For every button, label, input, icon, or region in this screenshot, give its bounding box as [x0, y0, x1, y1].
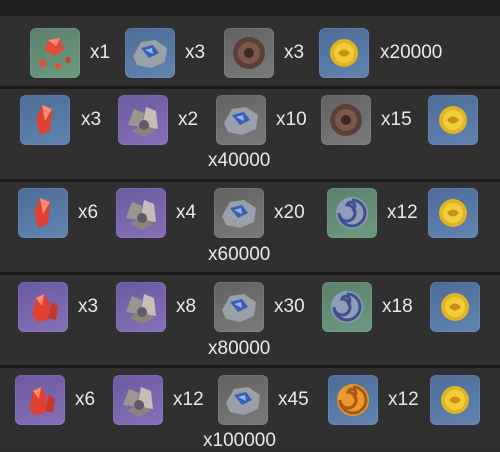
mora-coin-icon [430, 282, 480, 332]
mora-quantity-label: x100000 [203, 430, 276, 451]
mora-coin-icon [319, 28, 369, 78]
brown-disc-icon [224, 28, 274, 78]
quantity-label: x3 [185, 42, 206, 63]
quantity-label: x12 [388, 389, 419, 410]
swirl-disc-icon [327, 188, 377, 238]
quantity-label: x15 [381, 109, 412, 130]
quantity-label: x30 [274, 296, 305, 317]
quantity-label: x3 [78, 296, 99, 317]
mora-quantity-label: x80000 [208, 338, 271, 359]
ore-chunk-icon [214, 282, 264, 332]
quantity-label: x20000 [380, 42, 443, 63]
material-row-1: x1 x3 x3 x20000 [0, 19, 500, 86]
material-row-4: x3 x8 x30 x18 x80000 [0, 275, 500, 365]
mora-quantity-label: x40000 [208, 150, 271, 171]
quantity-label: x10 [276, 109, 307, 130]
brown-disc-icon [321, 95, 371, 145]
grey-ore-icon [113, 375, 163, 425]
mora-quantity-label: x60000 [208, 244, 271, 265]
red-crystal-icon [20, 95, 70, 145]
quantity-label: x1 [90, 42, 111, 63]
quantity-label: x45 [278, 389, 309, 410]
quantity-label: x2 [178, 109, 199, 130]
mora-coin-icon [430, 375, 480, 425]
grey-ore-icon [116, 282, 166, 332]
material-row-5: x6 x12 x45 x12 x100000 [0, 368, 500, 451]
quantity-label: x6 [78, 202, 99, 223]
quantity-label: x12 [173, 389, 204, 410]
material-row-2: x3 x2 x10 x15 x40000 [0, 89, 500, 179]
ore-chunk-icon [218, 375, 268, 425]
orange-swirl-disc-icon [328, 375, 378, 425]
top-strip [0, 0, 500, 16]
red-crystal-cluster-icon [18, 282, 68, 332]
quantity-label: x8 [176, 296, 197, 317]
quantity-label: x3 [284, 42, 305, 63]
mora-coin-icon [428, 95, 478, 145]
swirl-disc-icon [322, 282, 372, 332]
ore-chunk-icon [214, 188, 264, 238]
gem-fragments-icon [30, 28, 80, 78]
grey-ore-icon [118, 95, 168, 145]
quantity-label: x3 [81, 109, 102, 130]
quantity-label: x20 [274, 202, 305, 223]
quantity-label: x12 [387, 202, 418, 223]
red-crystal-cluster-icon [15, 375, 65, 425]
quantity-label: x6 [75, 389, 96, 410]
ore-chunk-icon [216, 95, 266, 145]
quantity-label: x18 [382, 296, 413, 317]
quantity-label: x4 [176, 202, 197, 223]
ore-chunk-icon [125, 28, 175, 78]
material-row-3: x6 x4 x20 x12 x60000 [0, 182, 500, 272]
red-crystal-icon [18, 188, 68, 238]
mora-coin-icon [428, 188, 478, 238]
grey-ore-icon [116, 188, 166, 238]
